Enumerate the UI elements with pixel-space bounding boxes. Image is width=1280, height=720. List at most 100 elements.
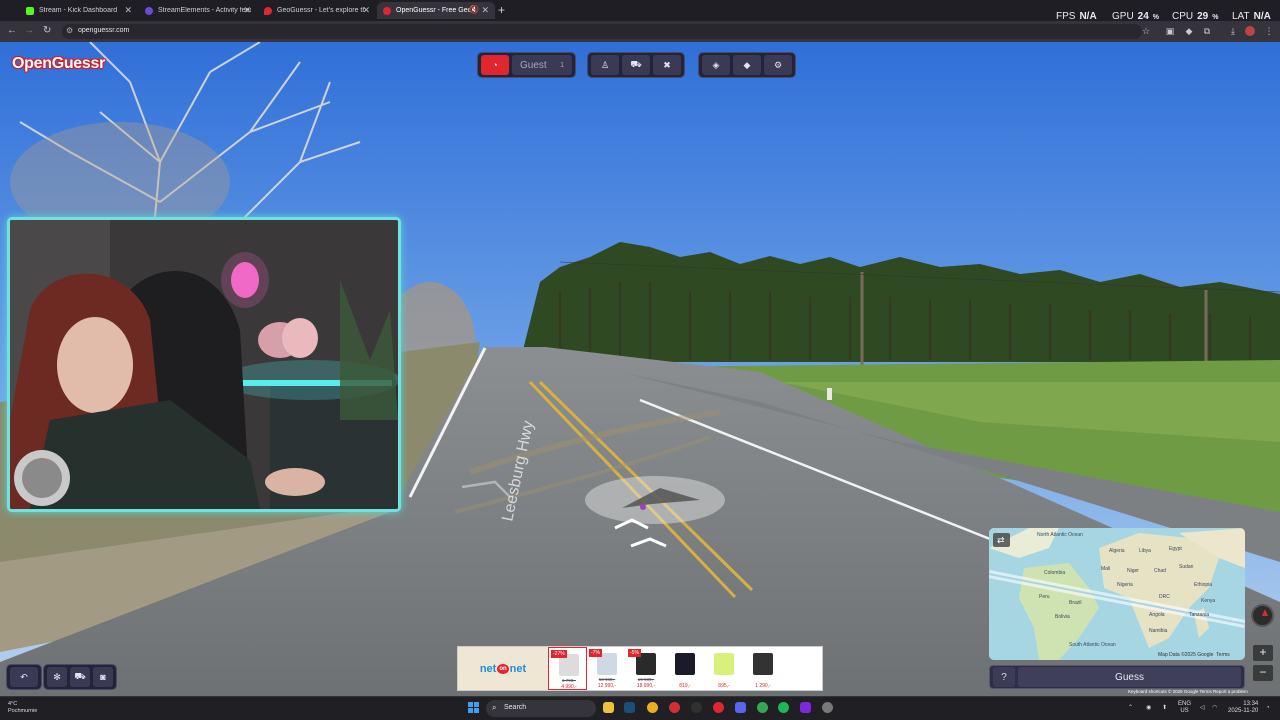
streetview-mode-button[interactable]: ♙ — [591, 55, 619, 75]
notifications-icon[interactable]: ◔ — [1266, 705, 1270, 712]
profile-avatar[interactable] — [1245, 26, 1255, 36]
map-label: Namibia — [1149, 628, 1168, 634]
tab-openguessr[interactable]: OpenGuessr - Free GeoGu 🔇 ✕ — [377, 2, 495, 19]
url-field[interactable]: ⚙ openguessr.com — [62, 24, 1142, 39]
graduation-cap-icon: ◆ — [743, 59, 751, 70]
weather-widget[interactable]: 4°C Pochmurnie — [8, 701, 37, 715]
map-terms-link[interactable]: Terms — [1216, 652, 1230, 658]
tray-chevron-icon[interactable]: ⌃ — [1128, 705, 1133, 712]
map-label: Chad — [1154, 568, 1166, 574]
tab-kick-dashboard[interactable]: Stream - Kick Dashboard ✕ — [20, 2, 138, 19]
product-price: 819,- — [679, 683, 691, 689]
camera-button[interactable]: ◙ — [93, 667, 113, 687]
tray-app-icon[interactable]: ◉ — [1146, 705, 1151, 712]
forward-icon[interactable]: → — [24, 25, 34, 36]
ad-product[interactable]: -27% 6 790,- 4 990,- — [548, 647, 587, 690]
download-icon[interactable]: ⤓ — [1228, 26, 1238, 36]
network-icon[interactable]: ◠ — [1212, 705, 1217, 712]
extension-icon[interactable]: ⧉ — [1202, 26, 1212, 36]
product-price: 18 990,- — [636, 683, 656, 689]
openguessr-logo[interactable]: OpenGuessr — [12, 55, 105, 73]
map-label: Kenya — [1201, 598, 1215, 604]
multiplayer-button[interactable]: ⛟ — [622, 55, 650, 75]
app-icon[interactable] — [691, 702, 702, 713]
map-layers-button[interactable]: ◈ — [702, 55, 730, 75]
kick-icon — [26, 6, 34, 15]
settings-button[interactable]: ⚙ — [764, 55, 792, 75]
taskbar-search[interactable]: ⌕ Search — [486, 700, 596, 717]
mute-icon[interactable]: 🔇 — [469, 5, 479, 14]
settings-icon[interactable] — [822, 702, 833, 713]
system-clock[interactable]: 13:34 2025-11-20 — [1228, 701, 1258, 715]
chrome-active-icon[interactable] — [757, 702, 768, 713]
view-controls: ✻ ⛟ ◙ — [43, 664, 117, 690]
product-image — [675, 653, 695, 675]
ad-product[interactable]: -7% 13 988,- 12 990,- — [587, 647, 626, 690]
product-image — [714, 653, 734, 675]
user-icon: ◔ — [492, 60, 498, 70]
tab-streamelements[interactable]: StreamElements - Activity feed ✕ — [139, 2, 257, 19]
return-to-start-button[interactable]: ↶ — [10, 667, 38, 687]
car-icon: ⛟ — [74, 671, 86, 681]
menu-icon[interactable]: ⋮ — [1264, 26, 1274, 36]
windows-start-icon[interactable] — [468, 702, 480, 714]
car-view-button[interactable]: ⛟ — [70, 667, 90, 687]
product-price: 4 990,- — [561, 684, 577, 690]
new-tab-button[interactable]: + — [498, 3, 505, 17]
report-bug-button[interactable]: ✻ — [47, 667, 67, 687]
compass-button[interactable] — [1251, 604, 1274, 627]
extension-icon[interactable]: ◆ — [1184, 26, 1194, 36]
volume-icon[interactable]: ◁ — [1200, 705, 1205, 712]
back-icon[interactable]: ← — [7, 25, 17, 36]
map-label: Niger — [1127, 568, 1139, 574]
bookmark-star-icon[interactable]: ☆ — [1141, 26, 1151, 36]
zoom-out-button[interactable]: − — [1253, 665, 1273, 681]
google-attribution: Keyboard shortcuts © 2025 Google Terms R… — [1128, 689, 1248, 694]
ad-product[interactable]: 895,- — [704, 647, 743, 690]
layers-icon: ◈ — [712, 59, 720, 70]
chrome-icon[interactable] — [647, 702, 658, 713]
streamelements-icon — [145, 6, 153, 15]
site-info-icon[interactable]: ⚙ — [66, 26, 73, 35]
tab-geoguessr[interactable]: GeoGuessr - Let's explore the world! ✕ — [258, 2, 376, 19]
close-icon[interactable]: ✕ — [362, 5, 370, 16]
map-label: Angola — [1149, 612, 1165, 618]
address-bar: ← → ↻ ⚙ openguessr.com ☆ ▣ ◆ ⧉ ⤓ ⋮ — [0, 21, 1280, 42]
extension-icon[interactable]: ▣ — [1165, 26, 1175, 36]
help-button[interactable]: ? — [993, 667, 1015, 687]
app-icon[interactable] — [669, 702, 680, 713]
reload-icon[interactable]: ↻ — [43, 25, 51, 36]
car-icon: ⛟ — [630, 59, 642, 69]
battle-button[interactable]: ✖ — [653, 55, 681, 75]
product-price: 12 990,- — [597, 683, 617, 689]
close-icon[interactable]: ✕ — [243, 5, 251, 16]
profile-button[interactable]: ◔ — [481, 55, 509, 75]
guess-button[interactable]: Guess — [1018, 667, 1241, 687]
map-label: Peru — [1039, 594, 1050, 600]
map-label: Colombia — [1044, 570, 1065, 576]
tab-title: Stream - Kick Dashboard — [39, 7, 118, 14]
product-price: 895,- — [718, 683, 730, 689]
return-control: ↶ — [6, 664, 42, 690]
kick-icon[interactable] — [800, 702, 811, 713]
close-icon[interactable]: ✕ — [124, 5, 132, 16]
spotify-icon[interactable] — [778, 702, 789, 713]
ad-product[interactable]: -5% 19 989,- 18 990,- — [626, 647, 665, 690]
file-explorer-icon[interactable] — [603, 702, 614, 713]
zoom-in-button[interactable]: + — [1253, 645, 1273, 661]
map-label: Brazil — [1069, 600, 1082, 606]
ad-product[interactable]: 1 290,- — [743, 647, 782, 690]
discount-badge: -7% — [589, 649, 602, 657]
learn-button[interactable]: ◆ — [733, 55, 761, 75]
ad-product[interactable]: 819,- — [665, 647, 704, 690]
guess-minimap[interactable]: North Atlantic Ocean Algeria Libya Egypt Mal… — [989, 528, 1245, 660]
steam-icon[interactable] — [624, 702, 635, 713]
tray-app-icon[interactable]: ⬆ — [1162, 705, 1167, 712]
close-icon[interactable]: ✕ — [481, 5, 489, 16]
discord-icon[interactable] — [735, 702, 746, 713]
opera-icon[interactable] — [713, 702, 724, 713]
guest-players[interactable]: Guest 1 — [512, 55, 572, 75]
language-indicator[interactable]: ENG US — [1178, 701, 1191, 715]
ad-banner[interactable]: net on net -27% 6 790,- 4 990,- -7% 13 988,- 12… — [457, 646, 823, 691]
tab-title: GeoGuessr - Let's explore the world! — [277, 7, 365, 14]
